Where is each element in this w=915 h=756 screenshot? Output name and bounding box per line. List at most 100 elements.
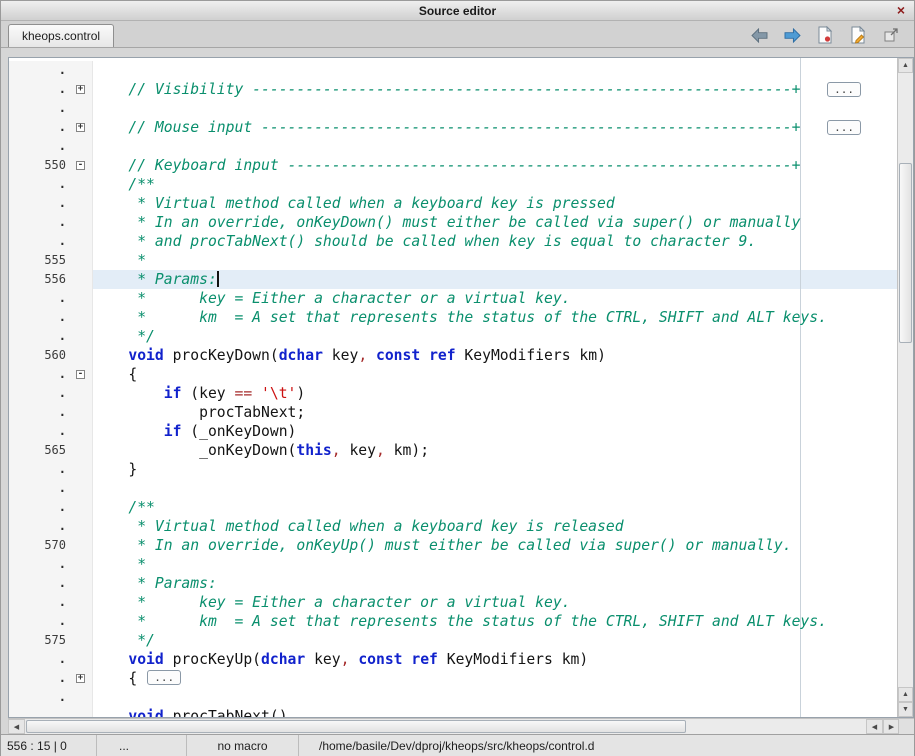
code-text[interactable]: void procTabNext() [93, 707, 897, 717]
code-text[interactable]: // Keyboard input ----------------------… [93, 156, 897, 175]
close-button[interactable]: × [893, 2, 909, 18]
scroll-down-button[interactable]: ▼ [898, 702, 913, 717]
scroll-up-button[interactable]: ▲ [898, 58, 913, 73]
code-line[interactable]: . [9, 688, 897, 707]
code-line[interactable]: 570 * In an override, onKeyUp() must eit… [9, 536, 897, 555]
vertical-scroll-track[interactable] [898, 73, 913, 687]
code-line[interactable]: . void procKeyUp(dchar key, const ref Ke… [9, 650, 897, 669]
scroll-left-button-2[interactable]: ◀ [866, 719, 883, 734]
code-line[interactable]: . * km = A set that represents the statu… [9, 612, 897, 631]
code-editor[interactable]: ..+ // Visibility ----------------------… [8, 57, 914, 718]
code-line[interactable]: .+ // Visibility -----------------------… [9, 80, 897, 99]
code-line[interactable]: . void procTabNext() [9, 707, 897, 717]
code-text[interactable]: * Params: [93, 574, 897, 593]
collapsed-fold-box[interactable]: ... [827, 120, 861, 135]
code-line[interactable]: . * In an override, onKeyDown() must eit… [9, 213, 897, 232]
code-text[interactable]: if (key == '\t') [93, 384, 897, 403]
code-text[interactable]: */ [93, 631, 897, 650]
code-line[interactable]: . */ [9, 327, 897, 346]
code-text[interactable]: if (_onKeyDown) [93, 422, 897, 441]
code-line[interactable]: . * [9, 555, 897, 574]
code-text[interactable]: void procKeyDown(dchar key, const ref Ke… [93, 346, 897, 365]
code-text[interactable]: void procKeyUp(dchar key, const ref KeyM… [93, 650, 897, 669]
code-text[interactable]: * Virtual method called when a keyboard … [93, 194, 897, 213]
code-text[interactable]: // Mouse input -------------------------… [93, 118, 897, 137]
code-line[interactable]: . * and procTabNext() should be called w… [9, 232, 897, 251]
code-line[interactable]: . /** [9, 175, 897, 194]
code-line[interactable]: 565 _onKeyDown(this, key, km); [9, 441, 897, 460]
code-text[interactable]: /** [93, 175, 897, 194]
code-line[interactable]: . if (key == '\t') [9, 384, 897, 403]
code-line[interactable]: .+ {... [9, 669, 897, 688]
code-text[interactable]: * and procTabNext() should be called whe… [93, 232, 897, 251]
fold-expand-icon[interactable]: + [76, 85, 85, 94]
code-line[interactable]: . * Virtual method called when a keyboar… [9, 517, 897, 536]
scroll-left-button[interactable]: ◀ [8, 719, 25, 734]
code-text[interactable]: * km = A set that represents the status … [93, 612, 897, 631]
code-text[interactable]: * In an override, onKeyDown() must eithe… [93, 213, 897, 232]
scroll-up-button-2[interactable]: ▲ [898, 687, 913, 702]
code-line[interactable]: . procTabNext; [9, 403, 897, 422]
document-red-button[interactable] [815, 25, 835, 45]
code-line[interactable]: . * key = Either a character or a virtua… [9, 289, 897, 308]
code-line[interactable]: .- { [9, 365, 897, 384]
code-line[interactable]: 550- // Keyboard input -----------------… [9, 156, 897, 175]
code-line[interactable]: 575 */ [9, 631, 897, 650]
code-line[interactable]: . [9, 99, 897, 118]
fold-collapse-icon[interactable]: - [76, 161, 85, 170]
detach-button[interactable] [881, 25, 901, 45]
code-line[interactable]: . * Virtual method called when a keyboar… [9, 194, 897, 213]
code-line[interactable]: . * km = A set that represents the statu… [9, 308, 897, 327]
code-text[interactable]: * Virtual method called when a keyboard … [93, 517, 897, 536]
code-text[interactable]: * [93, 555, 897, 574]
code-area[interactable]: ..+ // Visibility ----------------------… [9, 58, 897, 717]
code-line[interactable]: 555 * [9, 251, 897, 270]
fold-expand-icon[interactable]: + [76, 123, 85, 132]
go-forward-button[interactable] [782, 25, 802, 45]
code-token [93, 651, 128, 668]
code-text[interactable]: * [93, 251, 897, 270]
horizontal-scrollbar[interactable]: ◀ ◀ ▶ [8, 718, 900, 734]
horizontal-scroll-track[interactable] [25, 719, 866, 734]
fold-gutter [69, 327, 93, 346]
code-text[interactable] [93, 137, 897, 156]
document-orange-button[interactable] [848, 25, 868, 45]
code-line[interactable]: 560 void procKeyDown(dchar key, const re… [9, 346, 897, 365]
code-text[interactable]: } [93, 460, 897, 479]
horizontal-scroll-thumb[interactable] [26, 720, 686, 733]
code-line[interactable]: . [9, 479, 897, 498]
code-line[interactable]: . * Params: [9, 574, 897, 593]
code-text[interactable] [93, 99, 897, 118]
vertical-scroll-thumb[interactable] [899, 163, 912, 343]
code-text[interactable]: // Visibility --------------------------… [93, 80, 897, 99]
fold-collapse-icon[interactable]: - [76, 370, 85, 379]
code-text[interactable]: */ [93, 327, 897, 346]
code-line[interactable]: 556 * Params: [9, 270, 897, 289]
code-text[interactable]: /** [93, 498, 897, 517]
code-text[interactable]: * key = Either a character or a virtual … [93, 289, 897, 308]
code-text[interactable] [93, 479, 897, 498]
fold-expand-icon[interactable]: + [76, 674, 85, 683]
code-line[interactable]: .+ // Mouse input ----------------------… [9, 118, 897, 137]
code-text[interactable] [93, 688, 897, 707]
tab-kheops-control[interactable]: kheops.control [8, 24, 114, 47]
code-line[interactable]: . if (_onKeyDown) [9, 422, 897, 441]
collapsed-fold-box[interactable]: ... [147, 670, 181, 685]
code-line[interactable]: . } [9, 460, 897, 479]
code-line[interactable]: . [9, 137, 897, 156]
code-text[interactable]: * km = A set that represents the status … [93, 308, 897, 327]
code-line[interactable]: . * key = Either a character or a virtua… [9, 593, 897, 612]
code-line[interactable]: . [9, 61, 897, 80]
go-back-button[interactable] [749, 25, 769, 45]
code-text[interactable]: _onKeyDown(this, key, km); [93, 441, 897, 460]
code-text[interactable]: * Params: [93, 270, 897, 289]
vertical-scrollbar[interactable]: ▲ ▲ ▼ [897, 58, 913, 717]
code-text[interactable] [93, 61, 897, 80]
code-text[interactable]: procTabNext; [93, 403, 897, 422]
code-text[interactable]: {... [93, 669, 897, 688]
code-line[interactable]: . /** [9, 498, 897, 517]
collapsed-fold-box[interactable]: ... [827, 82, 861, 97]
code-text[interactable]: * key = Either a character or a virtual … [93, 593, 897, 612]
code-text[interactable]: { [93, 365, 897, 384]
code-text[interactable]: * In an override, onKeyUp() must either … [93, 536, 897, 555]
